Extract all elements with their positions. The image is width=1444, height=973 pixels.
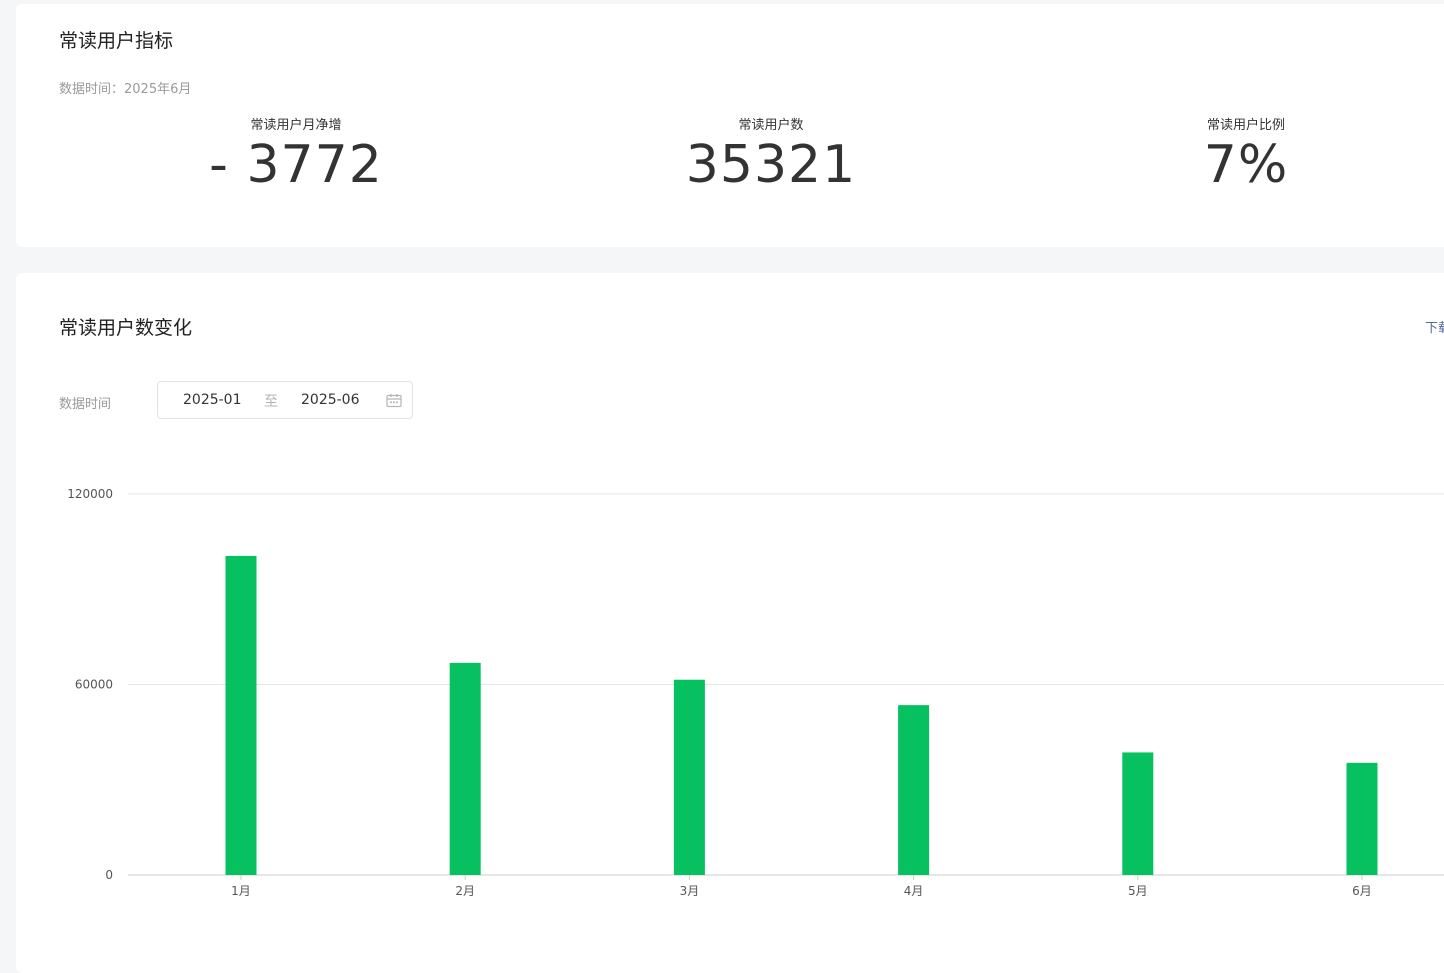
bar	[898, 705, 930, 875]
x-tick-label: 6月	[1352, 884, 1372, 898]
metric-label: 常读用户月净增	[250, 118, 342, 133]
metric-label: 常读用户数	[738, 118, 804, 133]
x-tick-label: 2月	[455, 884, 475, 898]
y-tick-label: 60000	[75, 678, 113, 692]
bar	[225, 555, 257, 875]
metric-user-count: 常读用户数 35321	[621, 114, 921, 195]
bar	[1122, 752, 1154, 875]
y-tick-label: 120000	[67, 487, 113, 501]
x-tick-label: 1月	[231, 884, 251, 898]
metric-value: 35321	[685, 135, 857, 195]
x-tick-label: 4月	[904, 884, 924, 898]
bar	[1346, 762, 1378, 875]
x-tick-label: 3月	[680, 884, 700, 898]
bar	[449, 662, 481, 875]
x-tick-label: 5月	[1128, 884, 1148, 898]
metrics-data-time: 数据时间：2025年6月	[59, 82, 192, 97]
bar	[673, 679, 705, 875]
bar-chart: 0 60000 120000 1月 2月 3月 4月 5月 6月	[67, 487, 1444, 898]
y-tick-label: 0	[105, 868, 113, 882]
metrics-card: 常读用户指标 数据时间：2025年6月 常读用户月净增 - 3772 常读用户数…	[16, 4, 1444, 247]
metric-value: 7%	[1203, 135, 1289, 195]
trend-card: 常读用户数变化 下载 数据时间 2025-01 至 2025-06 060000…	[16, 273, 1444, 973]
metric-label: 常读用户比例	[1206, 118, 1285, 133]
metric-net-growth: 常读用户月净增 - 3772	[146, 114, 446, 195]
metrics-title: 常读用户指标	[59, 30, 174, 52]
metric-value: - 3772	[209, 135, 383, 195]
metric-user-ratio: 常读用户比例 7%	[1096, 114, 1396, 195]
